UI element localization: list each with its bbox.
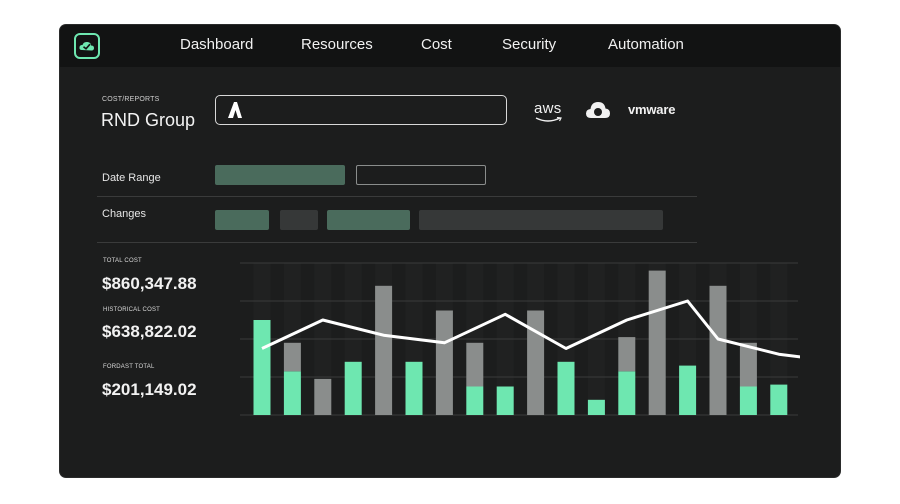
divider: [97, 196, 697, 197]
azure-a-icon: [226, 101, 244, 124]
chart-bar-historical[interactable]: [283, 342, 301, 372]
chart-bar-current[interactable]: [618, 371, 636, 415]
date-range-end[interactable]: [356, 165, 486, 185]
historical-cost-value: $638,822.02: [102, 322, 197, 341]
forecast-total-value: $201,149.02: [102, 380, 197, 399]
chart-bar-historical[interactable]: [466, 342, 484, 387]
chart-bar-current[interactable]: [253, 320, 271, 415]
nav-resources[interactable]: Resources: [301, 36, 373, 53]
chart-bar-historical[interactable]: [709, 285, 727, 415]
date-range-start[interactable]: [215, 165, 345, 185]
chart-bar-current[interactable]: [739, 386, 757, 416]
chart-bar-current[interactable]: [770, 384, 788, 415]
chart-bar-current[interactable]: [587, 399, 605, 415]
changes-chip[interactable]: [419, 210, 663, 230]
chart-bar-current[interactable]: [557, 361, 575, 415]
aws-smile-icon: [535, 117, 562, 122]
vmware-logo[interactable]: vmware: [628, 102, 675, 117]
nav-dashboard[interactable]: Dashboard: [180, 36, 253, 53]
total-cost-value: $860,347.88: [102, 274, 197, 293]
chart-bar-historical[interactable]: [648, 270, 666, 415]
nav-security[interactable]: Security: [502, 36, 556, 53]
chart-bar-current[interactable]: [344, 361, 362, 415]
divider: [97, 242, 697, 243]
chart-bar-historical[interactable]: [314, 378, 332, 415]
changes-chip[interactable]: [215, 210, 269, 230]
chart-bar-current[interactable]: [496, 386, 514, 416]
breadcrumb: COST/REPORTS: [102, 96, 160, 103]
changes-chip[interactable]: [280, 210, 318, 230]
nav-automation[interactable]: Automation: [608, 36, 684, 53]
total-cost-label: TOTAL COST: [103, 258, 142, 264]
cost-chart: [240, 262, 800, 416]
aws-logo[interactable]: aws: [534, 100, 564, 123]
changes-chip[interactable]: [327, 210, 410, 230]
chart-bar-current[interactable]: [466, 386, 484, 416]
app-window: Dashboard Resources Cost Security Automa…: [60, 25, 840, 477]
changes-label: Changes: [102, 208, 147, 220]
aws-label: aws: [534, 100, 562, 117]
date-range-label: Date Range: [102, 172, 161, 184]
top-nav-bar: Dashboard Resources Cost Security Automa…: [60, 25, 840, 67]
forecast-total-label: FORDAST TOTAL: [103, 364, 155, 370]
cloud-check-icon[interactable]: [74, 33, 100, 59]
chart-bar-current[interactable]: [405, 361, 423, 415]
historical-cost-label: HISTORICAL COST: [103, 307, 161, 313]
resource-search-input[interactable]: [215, 95, 507, 125]
page-title: RND Group: [101, 110, 196, 130]
chart-bar-historical[interactable]: [618, 337, 636, 372]
chart-bar-historical[interactable]: [527, 310, 545, 416]
cloud-icon[interactable]: [585, 99, 611, 126]
chart-bar-historical[interactable]: [435, 310, 453, 416]
vmware-label: vmware: [628, 102, 676, 117]
chart-bar-historical[interactable]: [375, 285, 393, 415]
nav-cost[interactable]: Cost: [421, 36, 452, 53]
chart-bar-current[interactable]: [283, 371, 301, 415]
chart-bar-current[interactable]: [679, 365, 697, 415]
